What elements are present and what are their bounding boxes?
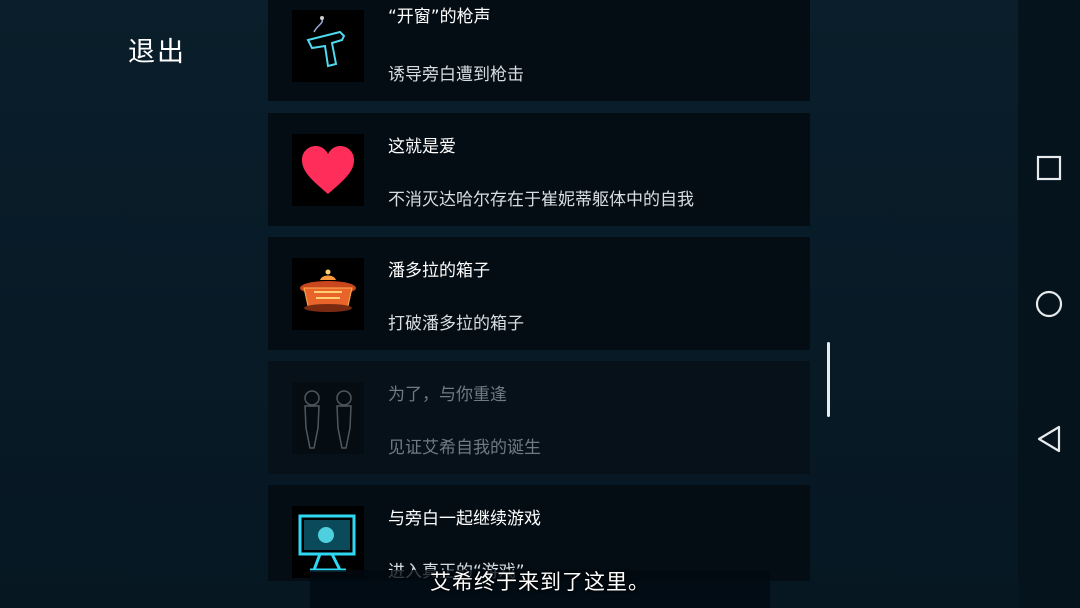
achievement-desc: 打破潘多拉的箱子: [388, 314, 524, 334]
achievement-title: 这就是爱: [388, 137, 456, 157]
home-icon[interactable]: [1034, 289, 1064, 319]
android-nav-bar: [1018, 0, 1080, 608]
achievement-desc: 见证艾希自我的诞生: [388, 438, 541, 458]
achievement-title: 潘多拉的箱子: [388, 261, 490, 281]
achievement-desc: 不消灭达哈尔存在于崔妮蒂躯体中的自我: [388, 190, 694, 210]
achievement-card-locked[interactable]: 为了，与你重逢 见证艾希自我的诞生: [268, 361, 810, 474]
achievements-screen: 退出 “开窗”的枪声 诱导旁白遭到枪击 这就是爱 不消灭达哈尔存在于崔妮蒂躯体中…: [0, 0, 1080, 608]
pandora-box-icon: [292, 258, 364, 330]
achievement-desc: 诱导旁白遭到枪击: [388, 65, 524, 85]
back-icon[interactable]: [1034, 424, 1064, 454]
scrollbar-thumb[interactable]: [827, 342, 830, 417]
recent-apps-icon[interactable]: [1034, 153, 1064, 183]
heart-icon: [292, 134, 364, 206]
subtitle-text: 艾希终于来到了这里。: [430, 570, 650, 594]
achievement-title: “开窗”的枪声: [388, 7, 491, 27]
exit-button[interactable]: 退出: [128, 30, 186, 69]
achievement-card[interactable]: 这就是爱 不消灭达哈尔存在于崔妮蒂躯体中的自我: [268, 113, 810, 226]
pistol-icon: [292, 10, 364, 82]
twin-figures-icon: [292, 382, 364, 454]
achievement-card[interactable]: “开窗”的枪声 诱导旁白遭到枪击: [268, 0, 810, 101]
achievement-card[interactable]: 潘多拉的箱子 打破潘多拉的箱子: [268, 237, 810, 350]
achievement-title: 与旁白一起继续游戏: [388, 509, 541, 529]
achievement-title: 为了，与你重逢: [388, 385, 507, 405]
